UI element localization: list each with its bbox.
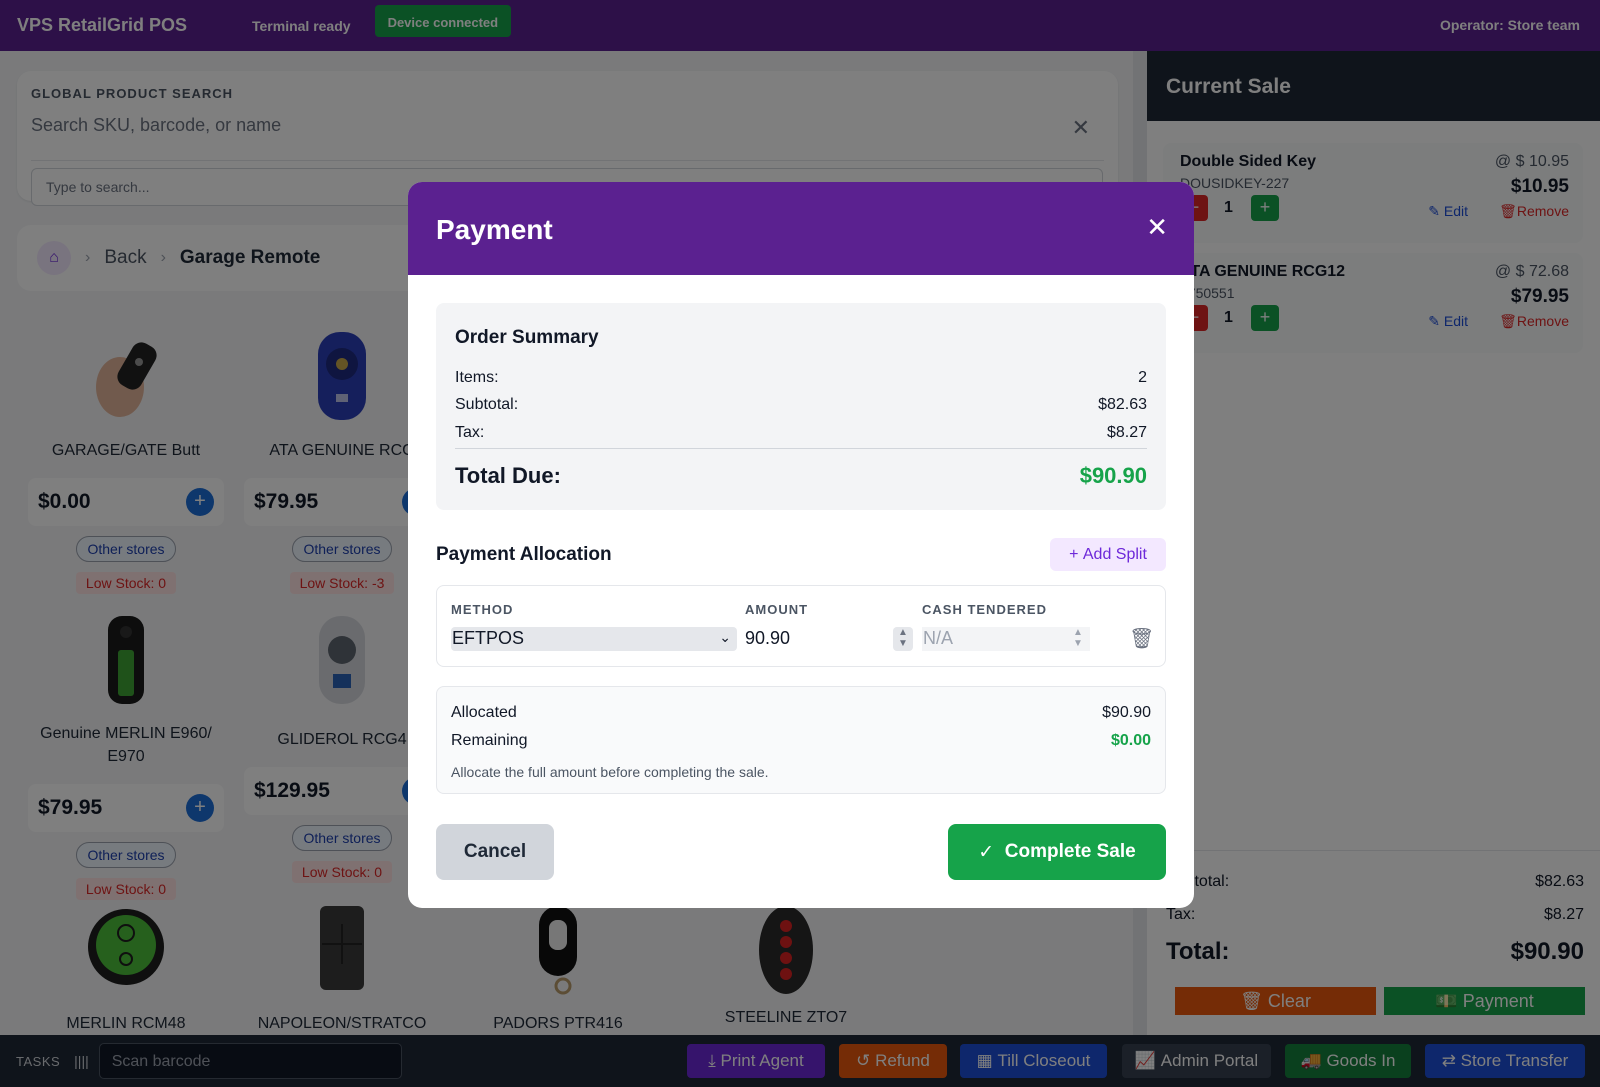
amount-value: 90.90 bbox=[745, 628, 791, 648]
remaining-row: Remaining $0.00 bbox=[451, 732, 1151, 750]
amount-header: AMOUNT bbox=[745, 602, 809, 617]
add-split-label: Add Split bbox=[1082, 545, 1147, 563]
modal-title: Payment bbox=[436, 214, 553, 245]
remaining-label: Remaining bbox=[451, 732, 528, 749]
tax-value: $8.27 bbox=[1106, 424, 1147, 441]
items-value: 2 bbox=[1138, 369, 1147, 386]
total-due-row: Total Due: $90.90 bbox=[455, 463, 1147, 489]
chevron-down-icon: ⌄ bbox=[719, 629, 731, 645]
cash-tendered-header: CASH TENDERED bbox=[922, 602, 1047, 617]
allocated-value: $90.90 bbox=[1102, 704, 1151, 721]
items-label: Items: bbox=[455, 369, 499, 386]
summary-items-row: Items: 2 bbox=[455, 369, 1147, 387]
method-value: EFTPOS bbox=[452, 628, 525, 648]
allocated-row: Allocated $90.90 bbox=[451, 704, 1151, 722]
check-icon: ✓ bbox=[978, 841, 1005, 863]
allocated-label: Allocated bbox=[451, 704, 517, 721]
summary-subtotal-row: Subtotal: $82.63 bbox=[455, 396, 1147, 414]
cancel-button[interactable]: Cancel bbox=[436, 824, 554, 880]
order-summary: Order Summary Items: 2 Subtotal: $82.63 Ta… bbox=[436, 303, 1166, 510]
cash-stepper: ▲ ▼ bbox=[1073, 627, 1083, 649]
amount-input[interactable]: 90.90 ▲ ▼ bbox=[745, 627, 913, 651]
tax-label: Tax: bbox=[455, 424, 485, 441]
remaining-value: $0.00 bbox=[1110, 732, 1151, 749]
amount-stepper[interactable]: ▲ ▼ bbox=[893, 627, 913, 651]
close-icon[interactable]: ✕ bbox=[1146, 212, 1168, 243]
total-due-value: $90.90 bbox=[1079, 463, 1147, 488]
method-header: METHOD bbox=[451, 602, 514, 617]
add-split-button[interactable]: + Add Split bbox=[1050, 538, 1166, 571]
payment-allocation-title: Payment Allocation bbox=[436, 544, 612, 565]
allocation-status: Allocated $90.90 Remaining $0.00 Allocate … bbox=[436, 686, 1166, 794]
cash-value: N/A bbox=[923, 628, 954, 648]
plus-icon: + bbox=[1069, 545, 1083, 563]
order-summary-title: Order Summary bbox=[455, 327, 599, 348]
divider bbox=[455, 448, 1147, 449]
complete-sale-label: Complete Sale bbox=[1004, 841, 1136, 862]
payment-line: METHOD AMOUNT CASH TENDERED EFTPOS ⌄ 90.9… bbox=[436, 585, 1166, 667]
allocation-hint: Allocate the full amount before completi… bbox=[451, 764, 769, 780]
summary-tax-row: Tax: $8.27 bbox=[455, 424, 1147, 442]
total-due-label: Total Due: bbox=[455, 463, 561, 488]
trash-icon[interactable]: 🗑 bbox=[1129, 626, 1154, 651]
cash-tendered-input: N/A ▲ ▼ bbox=[922, 627, 1090, 651]
subtotal-value: $82.63 bbox=[1098, 396, 1147, 413]
payment-method-select[interactable]: EFTPOS ⌄ bbox=[451, 627, 737, 651]
modal-header: Payment ✕ bbox=[408, 182, 1194, 275]
payment-modal: Payment ✕ Order Summary Items: 2 Subtotal… bbox=[408, 182, 1194, 908]
complete-sale-button[interactable]: ✓ Complete Sale bbox=[948, 824, 1166, 880]
subtotal-label: Subtotal: bbox=[455, 396, 519, 413]
